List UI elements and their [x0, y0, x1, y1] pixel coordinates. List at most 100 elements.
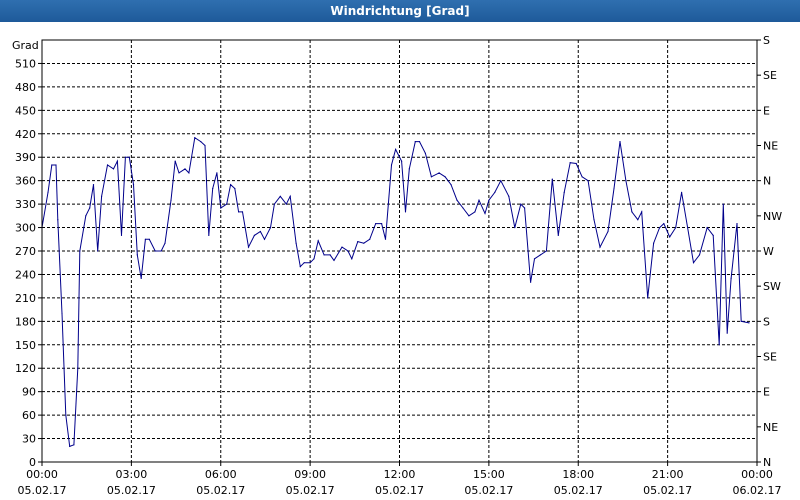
- data-point: [124, 156, 126, 158]
- data-point: [69, 445, 71, 447]
- data-point: [474, 211, 476, 213]
- data-point: [494, 191, 496, 193]
- data-point: [520, 203, 522, 205]
- y-tick-label: 300: [15, 222, 36, 235]
- data-point: [444, 176, 446, 178]
- data-point: [341, 246, 343, 248]
- data-point: [212, 187, 214, 190]
- data-point: [85, 215, 87, 217]
- compass-tick-label: E: [763, 104, 770, 117]
- data-point: [303, 262, 305, 264]
- data-point: [363, 242, 365, 244]
- data-point: [253, 234, 255, 236]
- data-point: [563, 191, 565, 193]
- data-point: [97, 250, 99, 252]
- data-point: [456, 199, 458, 201]
- data-point: [551, 178, 553, 180]
- x-tick-date: 05.02.17: [196, 484, 245, 497]
- data-point: [418, 141, 421, 143]
- x-tick-date: 05.02.17: [375, 484, 424, 497]
- data-point: [575, 162, 577, 165]
- data-point: [706, 227, 708, 229]
- data-point: [508, 195, 510, 197]
- data-point: [484, 212, 486, 215]
- data-point: [226, 203, 228, 205]
- data-point: [569, 162, 571, 164]
- compass-tick-label: N: [763, 456, 771, 469]
- data-point: [128, 156, 130, 158]
- y-tick-label: 270: [15, 245, 36, 258]
- y-tick-label: 150: [15, 339, 36, 352]
- data-point: [539, 254, 542, 256]
- x-tick-time: 21:00: [652, 468, 684, 481]
- data-point: [681, 191, 683, 193]
- data-point: [112, 168, 115, 170]
- data-point: [533, 258, 536, 260]
- data-point: [692, 262, 695, 264]
- data-point: [631, 211, 633, 213]
- data-point: [333, 259, 335, 261]
- data-point: [234, 187, 236, 190]
- y-tick-label: 120: [15, 362, 36, 375]
- data-point: [748, 322, 750, 324]
- data-point: [357, 241, 359, 243]
- data-point: [736, 223, 738, 225]
- data-point: [599, 246, 601, 248]
- data-point: [120, 234, 123, 236]
- data-point: [698, 254, 701, 256]
- data-point: [557, 234, 559, 236]
- data-point: [144, 238, 146, 240]
- y-tick-label: 180: [15, 315, 36, 328]
- compass-tick-label: S: [763, 34, 770, 47]
- data-point: [299, 266, 301, 268]
- y-tick-label: 510: [15, 57, 36, 70]
- data-point: [375, 223, 377, 225]
- compass-tick-label: W: [763, 245, 774, 258]
- x-tick-date: 05.02.17: [643, 484, 692, 497]
- data-point: [101, 195, 103, 197]
- data-point: [408, 168, 410, 170]
- data-point: [92, 184, 95, 186]
- data-point: [323, 254, 325, 256]
- y-tick-label: 480: [15, 81, 36, 94]
- x-axis-ticks: 00:00 05.02.17 03:00 05.02.17 06:00 05.02.17 0…: [18, 462, 781, 497]
- data-point: [279, 195, 281, 197]
- data-point: [500, 180, 502, 182]
- data-point: [313, 258, 315, 260]
- data-point: [581, 176, 583, 178]
- data-point: [230, 184, 232, 186]
- data-point: [514, 227, 516, 229]
- data-point: [404, 211, 407, 213]
- compass-tick-label: NE: [763, 140, 778, 153]
- data-point: [653, 242, 655, 244]
- data-point: [641, 211, 643, 213]
- data-point: [295, 242, 297, 244]
- y-axis-ticks: 0306090120150180210240270300330360390420…: [15, 57, 42, 469]
- data-point: [194, 137, 196, 139]
- data-point: [663, 223, 665, 225]
- y-tick-label: 60: [22, 409, 36, 422]
- x-tick-time: 00:00: [26, 468, 58, 481]
- data-point: [587, 180, 589, 182]
- data-point: [637, 219, 639, 221]
- x-tick-date: 05.02.17: [464, 484, 513, 497]
- data-point: [524, 207, 526, 209]
- compass-tick-label: NE: [763, 421, 778, 434]
- data-point: [136, 254, 138, 256]
- data-point: [89, 207, 91, 209]
- data-point: [65, 414, 67, 416]
- x-tick-time: 18:00: [562, 468, 594, 481]
- data-point: [106, 164, 109, 166]
- data-point: [170, 199, 172, 201]
- data-point: [285, 203, 287, 205]
- data-point: [269, 227, 272, 229]
- data-point: [369, 238, 371, 240]
- data-point: [712, 234, 714, 236]
- data-point: [208, 234, 210, 236]
- data-point: [140, 277, 142, 279]
- data-point: [726, 332, 728, 334]
- data-point: [77, 367, 79, 369]
- data-point: [730, 277, 732, 279]
- data-point: [247, 246, 250, 248]
- wind-direction-chart: 0306090120150180210240270300330360390420…: [12, 34, 782, 497]
